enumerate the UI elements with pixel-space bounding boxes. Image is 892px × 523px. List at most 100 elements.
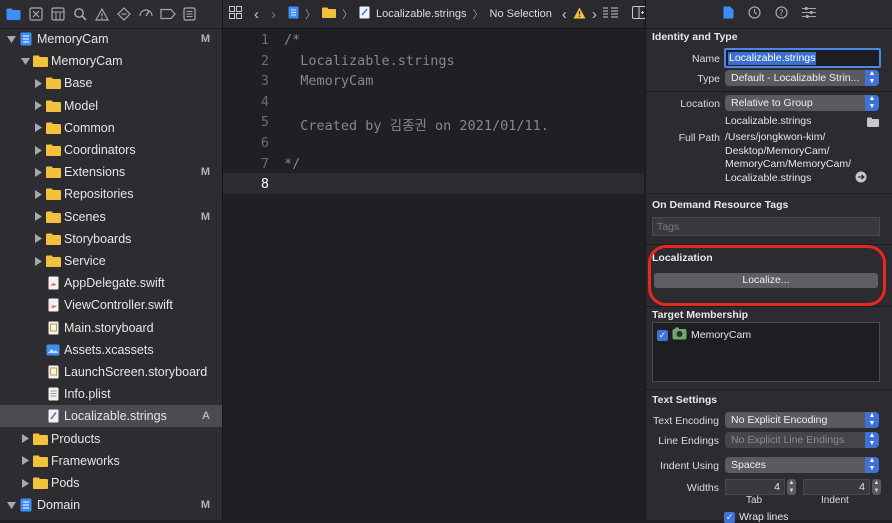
wrap-lines-option[interactable]: ✓ Wrap lines bbox=[724, 511, 788, 523]
add-editor-icon[interactable] bbox=[631, 6, 646, 22]
type-popup[interactable]: Default - Localizable Strin... ▲ ▼ bbox=[725, 70, 879, 86]
warning-icon[interactable] bbox=[573, 7, 586, 22]
indent-width-field[interactable]: 4 bbox=[803, 479, 870, 495]
code-line[interactable]: 5 Created by 김종권 on 2021/01/11. bbox=[223, 111, 644, 134]
issue-navigator-icon[interactable] bbox=[92, 5, 111, 23]
symbol-navigator-icon[interactable] bbox=[48, 5, 67, 23]
tree-item[interactable]: AppDelegate.swift bbox=[0, 272, 222, 294]
breakpoint-navigator-icon[interactable] bbox=[158, 5, 177, 23]
line-number: 4 bbox=[260, 93, 269, 110]
source-control-icon[interactable] bbox=[26, 5, 45, 23]
tree-item[interactable]: Scenes M bbox=[0, 206, 222, 228]
project-navigator: MemoryCam M MemoryCam Base Model Common Coordi… bbox=[0, 0, 223, 520]
tree-item[interactable]: Model bbox=[0, 95, 222, 117]
disclosure-open-icon[interactable] bbox=[6, 34, 16, 44]
target-item[interactable]: ✓ MemoryCam bbox=[657, 327, 752, 342]
forward-icon[interactable]: › bbox=[271, 6, 276, 23]
tree-item[interactable]: MemoryCam M bbox=[0, 28, 222, 50]
tree-item[interactable]: ViewController.swift bbox=[0, 294, 222, 316]
tree-item-label: Products bbox=[51, 431, 101, 446]
location-popup[interactable]: Relative to Group ▲ ▼ bbox=[725, 95, 879, 111]
disclosure-closed-icon[interactable] bbox=[33, 78, 43, 88]
history-inspector-icon[interactable] bbox=[748, 6, 761, 22]
tree-item[interactable]: Storyboards bbox=[0, 228, 222, 250]
code-line[interactable]: 8 bbox=[223, 173, 644, 194]
breadcrumb-selection[interactable]: No Selection bbox=[490, 8, 552, 20]
debug-navigator-icon[interactable] bbox=[136, 5, 155, 23]
location-label: Location bbox=[680, 98, 720, 110]
code-line[interactable]: 4 bbox=[223, 91, 644, 112]
code-line[interactable]: 7 */ bbox=[223, 153, 644, 174]
tags-field[interactable]: Tags bbox=[652, 217, 880, 236]
code-line[interactable]: 6 bbox=[223, 132, 644, 153]
reveal-in-finder-icon[interactable] bbox=[855, 171, 867, 186]
target-label: MemoryCam bbox=[691, 329, 752, 341]
tree-item[interactable]: LaunchScreen.storyboard bbox=[0, 361, 222, 383]
disclosure-closed-icon[interactable] bbox=[33, 167, 43, 177]
encoding-popup[interactable]: No Explicit Encoding ▲ ▼ bbox=[725, 412, 879, 428]
disclosure-closed-icon[interactable] bbox=[33, 145, 43, 155]
indent-width-stepper[interactable]: ▲ ▼ bbox=[872, 479, 881, 495]
tree-item[interactable]: Extensions M bbox=[0, 161, 222, 183]
line-number: 5 bbox=[260, 114, 269, 131]
tree-item[interactable]: Repositories bbox=[0, 183, 222, 205]
disclosure-open-icon[interactable] bbox=[6, 500, 16, 510]
project-file-icon[interactable] bbox=[288, 6, 299, 22]
tree-item[interactable]: Frameworks bbox=[0, 450, 222, 472]
code-line[interactable]: 2 Localizable.strings bbox=[223, 50, 644, 71]
next-issue-icon[interactable]: › bbox=[592, 6, 597, 23]
editor-options-icon[interactable] bbox=[602, 7, 618, 22]
test-navigator-icon[interactable] bbox=[114, 5, 133, 23]
line-endings-popup[interactable]: No Explicit Line Endings ▲ ▼ bbox=[725, 432, 879, 448]
disclosure-closed-icon[interactable] bbox=[20, 478, 30, 488]
tree-item[interactable]: Main.storyboard bbox=[0, 317, 222, 339]
tree-item[interactable]: Domain M bbox=[0, 494, 222, 516]
tab-width-stepper[interactable]: ▲ ▼ bbox=[787, 479, 796, 495]
code-text: /* bbox=[284, 32, 301, 48]
file-inspector-icon[interactable] bbox=[723, 6, 734, 22]
report-navigator-icon[interactable] bbox=[180, 5, 199, 23]
tree-item[interactable]: Assets.xcassets bbox=[0, 339, 222, 361]
code-line[interactable]: 1 /* bbox=[223, 29, 644, 50]
breadcrumb-folder-icon[interactable] bbox=[322, 7, 336, 21]
disclosure-closed-icon[interactable] bbox=[33, 212, 43, 222]
previous-issue-icon[interactable]: ‹ bbox=[562, 6, 567, 23]
breadcrumb-file[interactable]: Localizable.strings bbox=[376, 8, 467, 20]
disclosure-closed-icon[interactable] bbox=[33, 123, 43, 133]
code-text: Localizable.strings bbox=[284, 52, 455, 69]
disclosure-closed-icon[interactable] bbox=[33, 234, 43, 244]
tree-item[interactable]: Service bbox=[0, 250, 222, 272]
tree-item[interactable]: Pods bbox=[0, 472, 222, 494]
tree-item[interactable]: Base bbox=[0, 72, 222, 94]
tree-item[interactable]: Common bbox=[0, 117, 222, 139]
tree-item[interactable]: MemoryCam bbox=[0, 50, 222, 72]
source-control-status-badge: A bbox=[202, 410, 210, 423]
tree-item[interactable]: Info.plist bbox=[0, 383, 222, 405]
choose-location-folder-icon[interactable] bbox=[867, 116, 879, 130]
disclosure-closed-icon[interactable] bbox=[33, 256, 43, 266]
indent-using-popup[interactable]: Spaces ▲ ▼ bbox=[725, 457, 879, 473]
svg-text:?: ? bbox=[779, 9, 784, 19]
name-field[interactable]: Localizable.strings bbox=[724, 48, 881, 68]
disclosure-closed-icon[interactable] bbox=[20, 456, 30, 466]
code-line[interactable]: 3 MemoryCam bbox=[223, 70, 644, 91]
disclosure-closed-icon[interactable] bbox=[20, 434, 30, 444]
tab-width-field[interactable]: 4 bbox=[725, 479, 785, 495]
disclosure-open-icon[interactable] bbox=[20, 56, 30, 66]
tree-item[interactable]: Localizable.strings A bbox=[0, 405, 222, 428]
related-items-icon[interactable] bbox=[229, 6, 242, 22]
project-navigator-icon[interactable] bbox=[4, 5, 23, 23]
disclosure-closed-icon[interactable] bbox=[33, 189, 43, 199]
help-inspector-icon[interactable]: ? bbox=[775, 6, 788, 22]
back-icon[interactable]: ‹ bbox=[254, 6, 259, 23]
full-path-line: /Users/jongkwon-kim/ bbox=[725, 131, 826, 143]
disclosure-closed-icon[interactable] bbox=[33, 101, 43, 111]
tree-item[interactable]: Coordinators bbox=[0, 139, 222, 161]
wrap-lines-checkbox[interactable]: ✓ bbox=[724, 511, 735, 523]
attributes-inspector-icon[interactable] bbox=[802, 6, 816, 22]
code-text: */ bbox=[284, 155, 301, 172]
find-navigator-icon[interactable] bbox=[70, 5, 89, 23]
target-checkbox[interactable]: ✓ bbox=[657, 329, 668, 341]
tree-item[interactable]: Products bbox=[0, 428, 222, 450]
line-number: 2 bbox=[260, 52, 269, 69]
